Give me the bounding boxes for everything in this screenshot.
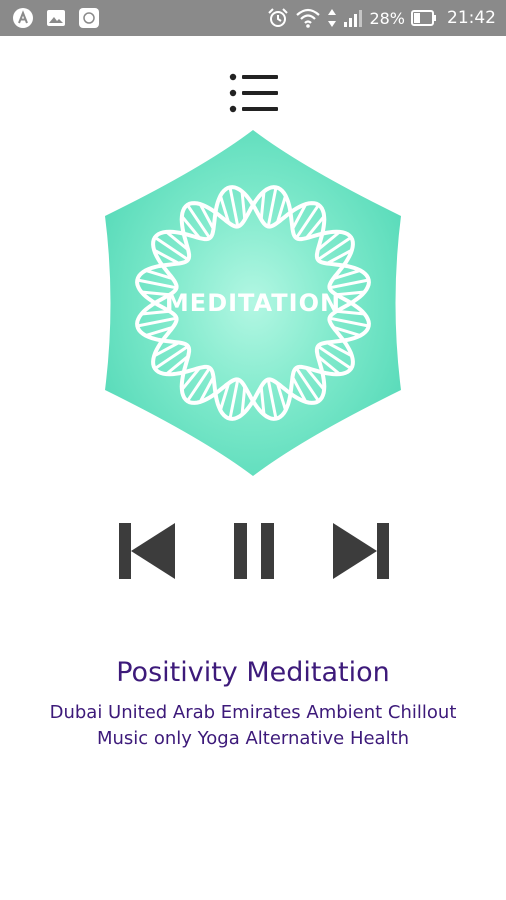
artwork-label: MEDITATION: [165, 289, 341, 317]
next-button[interactable]: [330, 518, 392, 584]
alarm-icon: [267, 7, 289, 29]
status-right: 28% 21:42: [267, 7, 496, 29]
clock: 21:42: [447, 8, 496, 28]
wifi-icon: [295, 7, 321, 29]
previous-button[interactable]: [116, 518, 178, 584]
album-artwork: MEDITATION: [98, 128, 408, 478]
battery-icon: [411, 9, 437, 27]
gallery-icon: [46, 8, 66, 28]
playlist-menu-button[interactable]: [226, 70, 282, 116]
screenshot-icon: [78, 7, 100, 29]
track-subtitle: Dubai United Arab Emirates Ambient Chill…: [20, 700, 486, 752]
app-a-icon: [12, 7, 34, 29]
track-subtitle-line-2: Music only Yoga Alternative Health: [96, 728, 410, 749]
track-subtitle-line-1: Dubai United Arab Emirates Ambient Chill…: [49, 702, 457, 723]
playback-controls: [0, 518, 506, 584]
skip-next-icon: [333, 523, 389, 579]
pause-icon: [234, 523, 274, 579]
track-title: Positivity Meditation: [116, 657, 390, 688]
meditation-hexagon-image: MEDITATION: [105, 130, 401, 476]
status-left: [12, 7, 100, 29]
pause-button[interactable]: [226, 518, 282, 584]
signal-icon: [343, 8, 363, 28]
battery-percent: 28%: [369, 8, 405, 28]
data-arrows-icon: [327, 7, 337, 29]
playlist-menu-icon: [229, 73, 278, 113]
status-bar: 28% 21:42: [0, 0, 506, 36]
skip-previous-icon: [119, 523, 175, 579]
